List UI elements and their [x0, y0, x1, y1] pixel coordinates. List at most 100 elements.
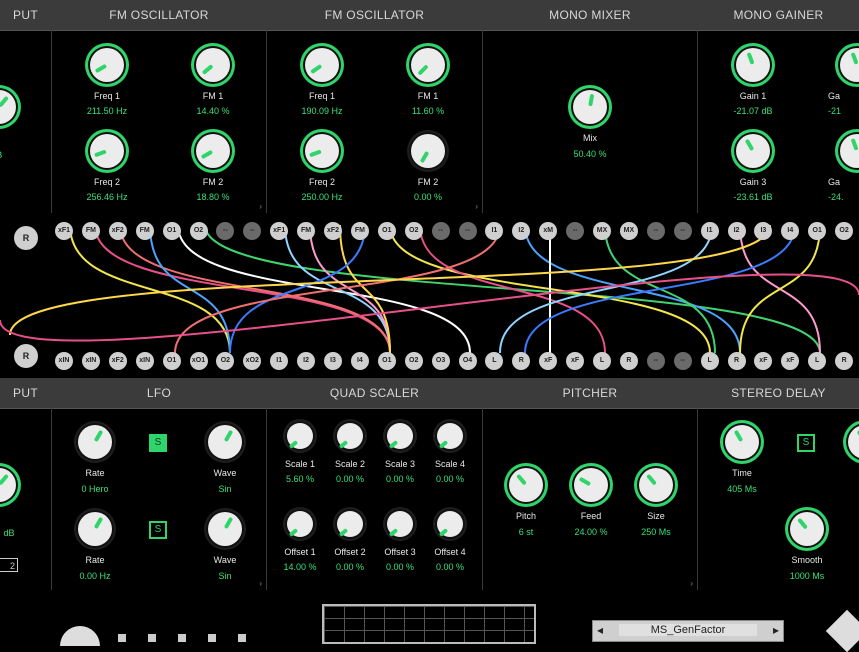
output-knob[interactable] [0, 468, 16, 502]
mix-knob[interactable] [573, 90, 607, 124]
top-jack[interactable]: O2 [404, 222, 423, 240]
top-jack[interactable]: -- [458, 222, 477, 240]
top-jack[interactable]: O1 [162, 222, 181, 240]
delay-sync-toggle[interactable]: S [797, 434, 815, 452]
top-jack[interactable]: xF2 [108, 222, 127, 240]
preset-prev-button[interactable]: ◂ [597, 623, 603, 637]
knob-value: 0.00 Hz [79, 571, 111, 581]
panel-output-top: PUT rol 5 dB [0, 0, 52, 213]
reset-top-button[interactable]: R [14, 226, 38, 250]
bottom-jack[interactable]: O3 [431, 352, 450, 370]
top-jack[interactable]: xF1 [55, 222, 73, 240]
top-jack[interactable]: -- [566, 222, 585, 240]
fm2-knob[interactable] [196, 134, 230, 168]
size-knob[interactable] [639, 468, 673, 502]
top-jack[interactable]: -- [673, 222, 692, 240]
knob-value: 211.50 Hz [86, 106, 128, 116]
gain3-knob[interactable] [736, 134, 770, 168]
knob-value: 1000 Ms [789, 571, 825, 581]
fm2-knob[interactable] [411, 134, 445, 168]
bottom-jack[interactable]: L [593, 352, 611, 370]
bottom-jack[interactable]: I2 [297, 352, 316, 370]
scale-4-knob[interactable] [437, 423, 463, 449]
bottom-jack[interactable]: L [700, 352, 719, 370]
offset-4-knob[interactable] [437, 511, 463, 537]
knob-value: -24. [828, 192, 844, 202]
knob-value: 405 Ms [727, 484, 757, 494]
bottom-jack[interactable]: xIN [135, 352, 154, 370]
bottom-jack[interactable]: xF2 [108, 352, 127, 370]
fm1-knob[interactable] [411, 48, 445, 82]
scale-1-knob[interactable] [287, 423, 313, 449]
panel-title: PUT [0, 0, 51, 31]
preset-next-button[interactable]: ▸ [773, 623, 779, 637]
gain4-knob[interactable] [840, 134, 859, 168]
time2-knob[interactable] [848, 425, 859, 459]
output-box[interactable]: 2 [0, 558, 18, 572]
top-jack[interactable]: -- [431, 222, 450, 240]
top-jack[interactable]: MX [619, 222, 638, 240]
top-jack[interactable]: FM [297, 222, 316, 240]
knob-value: -21 [828, 106, 842, 116]
corner-mark: › [259, 202, 262, 211]
freq1-knob[interactable] [90, 48, 124, 82]
bottom-jack[interactable]: R [727, 352, 746, 370]
top-jack[interactable]: O2 [189, 222, 208, 240]
knob-value: 0 Hero [81, 484, 109, 494]
bottom-jack[interactable]: O1 [162, 352, 181, 370]
bottom-jack[interactable]: -- [673, 352, 692, 370]
bottom-jack[interactable]: I4 [350, 352, 369, 370]
bottom-jack[interactable]: xIN [81, 352, 100, 370]
scale-3-knob[interactable] [387, 423, 413, 449]
smooth-knob[interactable] [790, 512, 824, 546]
bottom-jack[interactable]: R [619, 352, 638, 370]
pitch-knob[interactable] [509, 468, 543, 502]
top-jack[interactable]: -- [646, 222, 665, 240]
top-jack[interactable]: FM [135, 222, 154, 240]
lfo-sync-toggle-on[interactable]: S [149, 434, 167, 452]
bottom-jack[interactable]: O4 [458, 352, 477, 370]
wave2-knob[interactable] [208, 512, 242, 546]
freq2-knob[interactable] [90, 134, 124, 168]
time-knob[interactable] [725, 425, 759, 459]
top-jack[interactable]: FM [350, 222, 369, 240]
reset-bottom-button[interactable]: R [14, 344, 38, 368]
output-knob[interactable] [0, 90, 16, 124]
corner-mark: › [475, 202, 478, 211]
scale-2-knob[interactable] [337, 423, 363, 449]
bottom-jack[interactable]: xIN [55, 352, 73, 370]
bottom-jack[interactable]: R [835, 352, 854, 370]
feed-knob[interactable] [574, 468, 608, 502]
wave1-knob[interactable] [208, 425, 242, 459]
top-jack[interactable]: FM [81, 222, 100, 240]
top-jack[interactable]: xF2 [324, 222, 342, 240]
offset-2-knob[interactable] [337, 511, 363, 537]
rate2-knob[interactable] [78, 512, 112, 546]
freq1-knob[interactable] [305, 48, 339, 82]
top-jack[interactable]: O1 [377, 222, 396, 240]
lfo-sync-toggle-off[interactable]: S [149, 521, 167, 539]
top-jack[interactable]: I2 [727, 222, 746, 240]
bottom-jack[interactable]: O2 [404, 352, 423, 370]
bottom-jack[interactable]: I3 [324, 352, 342, 370]
knob-value: -21.07 dB [733, 106, 773, 116]
freq2-knob[interactable] [305, 134, 339, 168]
panel-title: PITCHER [483, 378, 697, 409]
panel-title: QUAD SCALER [267, 378, 482, 409]
offset-3-knob[interactable] [387, 511, 413, 537]
bottom-jack[interactable]: xO1 [189, 352, 208, 370]
top-jack[interactable]: O2 [835, 222, 854, 240]
knob-label: Freq 2 [308, 177, 335, 187]
panel-quad-scaler: QUAD SCALER Scale 1 5.60 % Scale 2 0.00 % Sc… [267, 378, 483, 590]
fm1-knob[interactable] [196, 48, 230, 82]
bottom-jack[interactable]: -- [646, 352, 665, 370]
top-jack[interactable]: I1 [700, 222, 719, 240]
offset-1-knob[interactable] [287, 511, 313, 537]
gain1-knob[interactable] [736, 48, 770, 82]
rate1-knob[interactable] [78, 425, 112, 459]
gain2-knob[interactable] [840, 48, 859, 82]
panel-title: FM OSCILLATOR [267, 0, 482, 31]
bottom-jack[interactable]: O1 [377, 352, 396, 370]
top-jack[interactable]: MX [593, 222, 611, 240]
bottom-jack[interactable]: xF [566, 352, 585, 370]
